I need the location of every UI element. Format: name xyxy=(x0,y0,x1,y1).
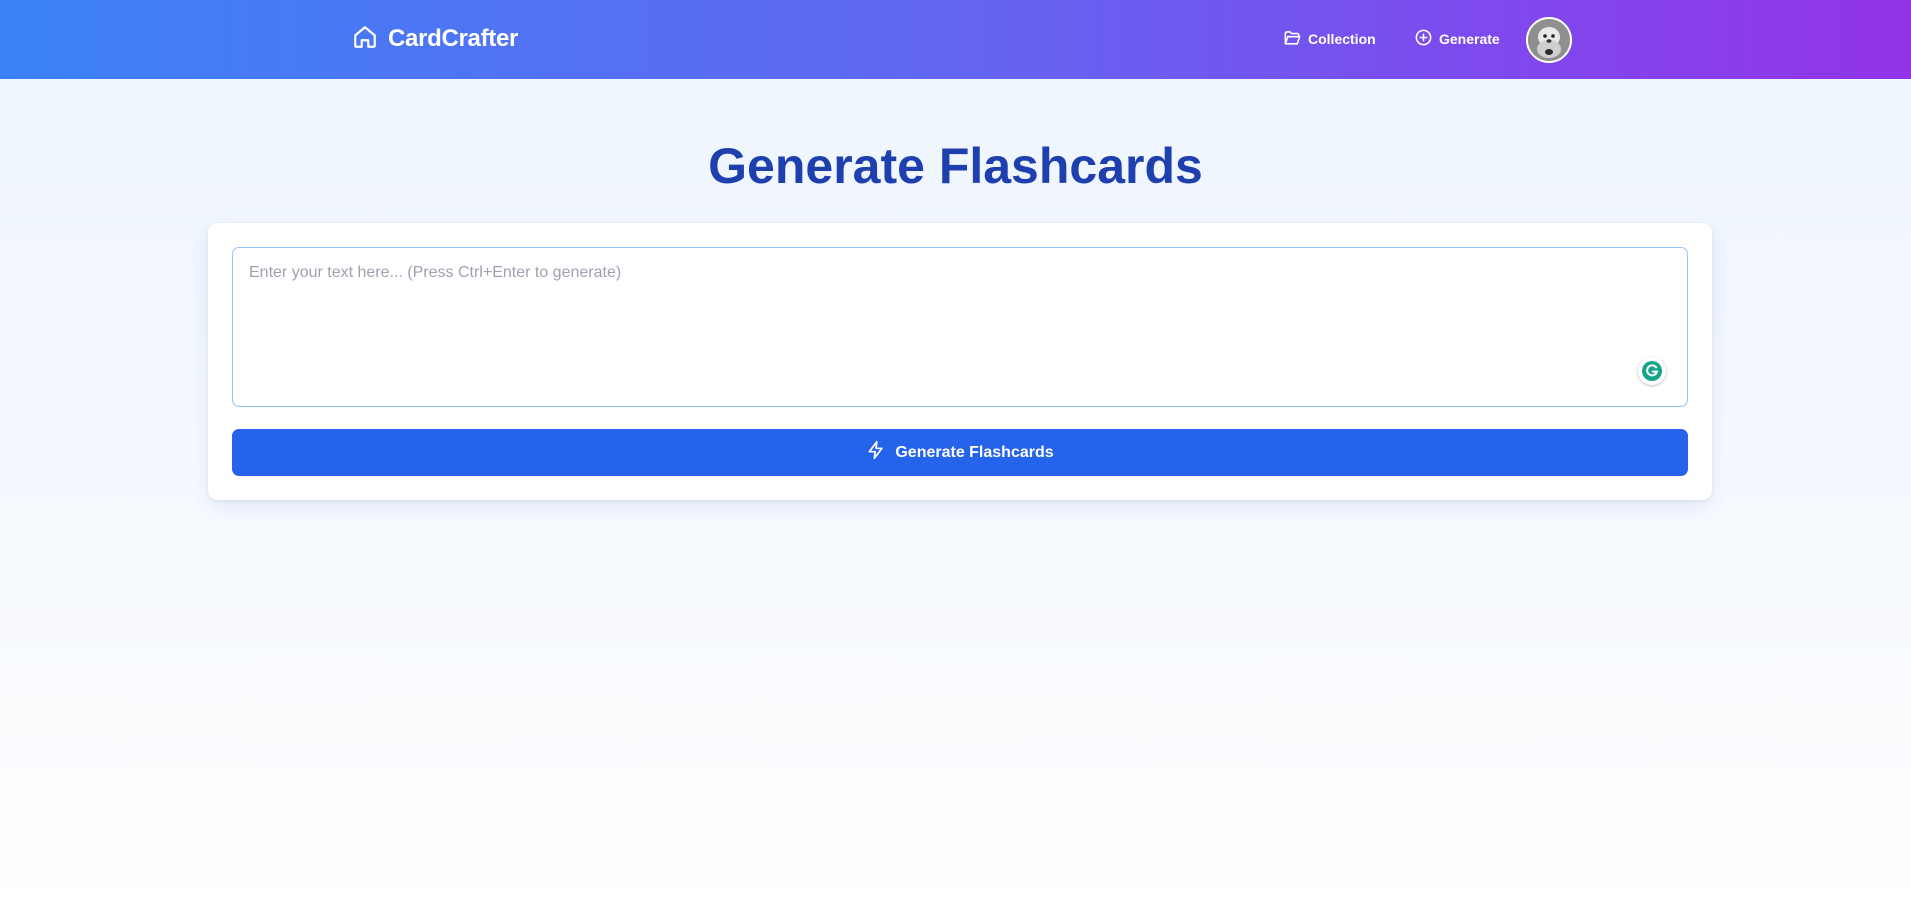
generate-flashcards-button[interactable]: Generate Flashcards xyxy=(232,429,1688,476)
nav-generate-link[interactable]: Generate xyxy=(1414,27,1500,51)
generate-button-label: Generate Flashcards xyxy=(895,443,1054,461)
brand-home-link[interactable]: CardCrafter xyxy=(352,22,518,56)
user-avatar[interactable] xyxy=(1526,17,1572,63)
brand-name: CardCrafter xyxy=(388,25,519,52)
grammarly-icon[interactable] xyxy=(1638,357,1666,385)
source-text-input[interactable] xyxy=(232,247,1688,407)
nav-collection-label: Collection xyxy=(1308,31,1376,47)
avatar-image xyxy=(1528,19,1570,61)
generator-card: Generate Flashcards xyxy=(208,223,1712,500)
lightning-icon xyxy=(866,440,886,465)
nav-collection-link[interactable]: Collection xyxy=(1283,27,1376,51)
top-navbar: CardCrafter Collection Generate xyxy=(0,0,1911,79)
folder-open-icon xyxy=(1283,28,1302,50)
home-icon xyxy=(352,24,378,55)
nav-generate-label: Generate xyxy=(1439,31,1500,47)
page-title: Generate Flashcards xyxy=(708,138,1203,194)
plus-circle-icon xyxy=(1414,28,1433,50)
